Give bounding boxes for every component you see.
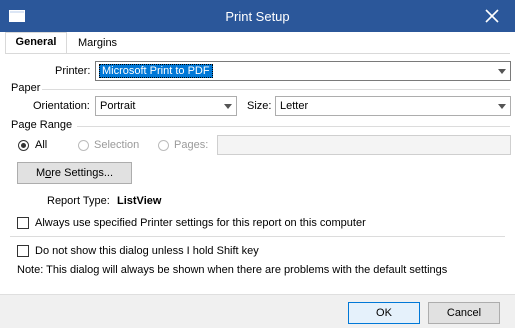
orientation-value: Portrait	[100, 100, 136, 112]
do-not-show-label: Do not show this dialog unless I hold Sh…	[35, 245, 259, 257]
report-type-value: ListView	[117, 195, 162, 207]
always-use-label: Always use specified Printer settings fo…	[35, 217, 366, 229]
radio-pages-label: Pages:	[174, 139, 209, 151]
title-bar[interactable]: Print Setup	[0, 0, 515, 32]
more-settings-button[interactable]: More Settings...	[17, 162, 132, 184]
window-title: Print Setup	[225, 9, 290, 24]
chevron-down-icon	[498, 69, 506, 74]
tab-divider	[5, 53, 510, 54]
page-range-section-label: Page Range	[11, 119, 73, 131]
printer-value: Microsoft Print to PDF	[99, 64, 213, 78]
radio-selection-label: Selection	[94, 139, 140, 151]
close-icon	[485, 9, 499, 23]
always-use-checkbox[interactable]	[17, 217, 29, 229]
chevron-down-icon	[498, 104, 506, 109]
options-divider	[10, 236, 505, 237]
page-range-divider	[77, 126, 510, 127]
tab-margins[interactable]: Margins	[70, 34, 125, 53]
radio-all-label: All	[35, 139, 48, 151]
do-not-show-checkbox[interactable]	[17, 245, 29, 257]
tab-general[interactable]: General	[5, 32, 67, 54]
more-settings-label-suffix: re Settings...	[51, 167, 114, 179]
pages-input[interactable]	[217, 135, 511, 155]
printer-select[interactable]: Microsoft Print to PDF	[95, 61, 511, 81]
print-setup-dialog: Print Setup General Margins Printer: Mic…	[0, 0, 515, 328]
note-text: Note: This dialog will always be shown w…	[17, 264, 448, 276]
paper-section-label: Paper	[11, 82, 41, 94]
more-settings-label-prefix: M	[35, 167, 46, 179]
size-label: Size:	[247, 100, 272, 112]
printer-label: Printer:	[55, 65, 91, 77]
orientation-select[interactable]: Portrait	[95, 96, 237, 116]
radio-selection[interactable]	[78, 140, 89, 151]
ok-button[interactable]: OK	[348, 302, 420, 324]
orientation-label: Orientation:	[33, 100, 90, 112]
close-button[interactable]	[470, 0, 514, 32]
size-value: Letter	[280, 100, 309, 112]
radio-all[interactable]	[18, 140, 29, 151]
cancel-button[interactable]: Cancel	[428, 302, 500, 324]
size-select[interactable]: Letter	[275, 96, 511, 116]
chevron-down-icon	[224, 104, 232, 109]
paper-divider	[42, 89, 510, 90]
report-type-label: Report Type:	[47, 195, 110, 207]
radio-pages[interactable]	[158, 140, 169, 151]
